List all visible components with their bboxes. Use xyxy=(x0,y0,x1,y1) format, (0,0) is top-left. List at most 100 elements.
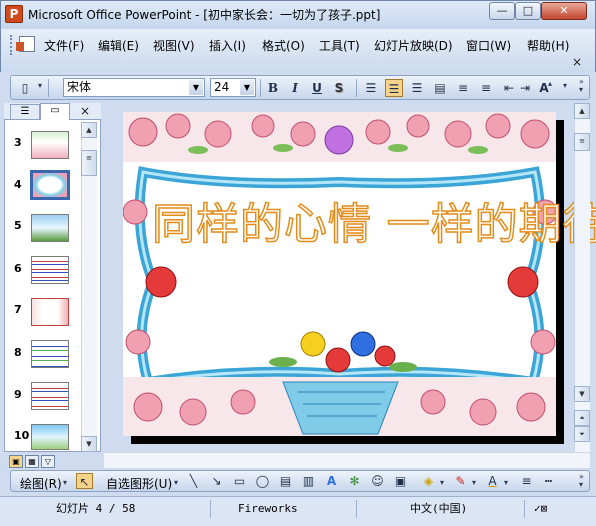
powerpoint-icon[interactable]: P xyxy=(5,5,23,23)
tab-outline[interactable]: ☰ xyxy=(10,104,40,119)
scroll-up-icon[interactable]: ▲ xyxy=(574,103,590,119)
floral-frame-illustration xyxy=(123,112,556,436)
align-left-icon[interactable]: ☰ xyxy=(362,79,380,97)
distribute-icon[interactable]: ▤ xyxy=(431,79,449,97)
autoshapes-button[interactable]: 自选图形(U) xyxy=(106,475,172,492)
chevron-down-icon[interactable]: ▼ xyxy=(189,80,203,95)
slide-position: 幻灯片 4 / 58 xyxy=(56,502,136,515)
picture-icon[interactable]: ▣ xyxy=(392,473,409,489)
menu-close-icon[interactable]: × xyxy=(572,55,582,69)
italic-button[interactable]: I xyxy=(286,79,304,97)
menu-window[interactable]: 窗口(W) xyxy=(466,37,511,54)
bullets-icon[interactable]: ≡ xyxy=(477,79,495,97)
oval-icon[interactable]: ◯ xyxy=(254,473,271,489)
current-slide[interactable] xyxy=(123,112,556,436)
menu-slideshow[interactable]: 幻灯片放映(D) xyxy=(374,37,453,54)
slide-number: 7 xyxy=(14,303,22,316)
tab-slides[interactable]: ▭ xyxy=(40,103,70,120)
line-icon[interactable]: ╲ xyxy=(185,473,202,489)
menu-insert[interactable]: 插入(I) xyxy=(209,37,246,54)
diagram-icon[interactable]: ✻ xyxy=(346,473,363,489)
menu-file[interactable]: 文件(F) xyxy=(44,37,84,54)
design-template-name: Fireworks xyxy=(238,502,298,515)
slide-thumbnail[interactable] xyxy=(31,424,69,450)
chevron-down-icon[interactable]: ▼ xyxy=(240,80,254,95)
slide-number: 5 xyxy=(14,219,22,232)
slide-sorter-view-icon[interactable]: ▦ xyxy=(25,455,39,468)
font-size-dropdown-icon[interactable]: ▾ xyxy=(563,82,567,90)
slide-number: 10 xyxy=(14,429,30,442)
fill-color-icon[interactable]: ◈ xyxy=(420,473,437,489)
slide-number: 6 xyxy=(14,262,22,275)
slide-thumbnail[interactable] xyxy=(31,131,69,159)
toolbar-chevron-icon[interactable]: » ▾ xyxy=(579,473,584,489)
textbox-icon[interactable]: ▤ xyxy=(277,473,294,489)
slide-number: 3 xyxy=(14,136,22,149)
scroll-thumb[interactable]: ≡ xyxy=(81,150,97,176)
select-objects-icon[interactable]: ↖ xyxy=(76,473,93,489)
next-slide-icon[interactable]: ⏷ xyxy=(574,426,590,442)
slide-thumbnail-selected[interactable] xyxy=(30,170,70,200)
shadow-button[interactable]: S xyxy=(330,79,348,97)
menu-grip[interactable] xyxy=(10,35,13,55)
slide-thumbnail[interactable] xyxy=(31,382,69,410)
font-size-value: 24 xyxy=(214,80,230,94)
underline-button[interactable]: U xyxy=(308,79,326,97)
font-name-select[interactable]: 宋体 ▼ xyxy=(63,78,205,97)
previous-slide-icon[interactable]: ⏶ xyxy=(574,410,590,426)
chevron-down-icon[interactable]: ▾ xyxy=(472,479,476,487)
window-title: Microsoft Office PowerPoint - [初中家长会：一切为… xyxy=(28,8,381,22)
bold-button[interactable]: B xyxy=(264,79,282,97)
scroll-up-icon[interactable]: ▲ xyxy=(81,122,97,138)
align-right-icon[interactable]: ☰ xyxy=(408,79,426,97)
numbering-icon[interactable]: ≡ xyxy=(454,79,472,97)
scroll-down-icon[interactable]: ▼ xyxy=(81,436,97,452)
maximize-button[interactable]: □ xyxy=(515,2,541,20)
toolbar-options-icon[interactable]: ▾ xyxy=(38,82,42,90)
chevron-down-icon[interactable]: ▾ xyxy=(440,479,444,487)
font-name-value: 宋体 xyxy=(67,80,92,94)
scroll-thumb[interactable]: ≡ xyxy=(574,133,590,151)
font-size-select[interactable]: 24 ▼ xyxy=(210,78,256,97)
chevron-down-icon[interactable]: ▾ xyxy=(504,479,508,487)
arrow-icon[interactable]: ↘ xyxy=(208,473,225,489)
rectangle-icon[interactable]: ▭ xyxy=(231,473,248,489)
toolbar-chevron-icon[interactable]: » ▾ xyxy=(579,78,584,94)
chevron-down-icon[interactable]: ▾ xyxy=(174,479,178,487)
menu-edit[interactable]: 编辑(E) xyxy=(98,37,139,54)
slide-title-text[interactable]: 同样的心情 一样的期待 xyxy=(151,190,596,260)
document-icon[interactable] xyxy=(16,36,35,52)
slide-thumbnail[interactable] xyxy=(31,298,69,326)
menu-tools[interactable]: 工具(T) xyxy=(319,37,360,54)
line-style-icon[interactable]: ≡ xyxy=(518,473,535,489)
grow-font-arrow-icon: ▴ xyxy=(548,79,553,88)
slide-number: 9 xyxy=(14,388,22,401)
slideshow-view-icon[interactable]: ▽ xyxy=(41,455,55,468)
draw-menu-button[interactable]: 绘图(R) xyxy=(20,475,62,492)
menu-help[interactable]: 帮助(H) xyxy=(527,37,569,54)
increase-indent-icon[interactable]: ⇥ xyxy=(516,79,534,97)
slide-number: 8 xyxy=(14,346,22,359)
slide-number: 4 xyxy=(14,178,22,191)
chevron-down-icon[interactable]: ▾ xyxy=(63,479,67,487)
vertical-textbox-icon[interactable]: ▥ xyxy=(300,473,317,489)
spelling-check-icon[interactable]: ✓⊠ xyxy=(534,500,547,518)
scroll-down-icon[interactable]: ▼ xyxy=(574,386,590,402)
minimize-button[interactable]: — xyxy=(489,2,515,20)
menu-format[interactable]: 格式(O) xyxy=(262,37,305,54)
font-color-icon[interactable]: A xyxy=(484,473,501,489)
close-button[interactable]: ✕ xyxy=(541,2,587,20)
line-color-icon[interactable]: ✎ xyxy=(452,473,469,489)
panel-close-icon[interactable]: × xyxy=(80,104,90,118)
slide-thumbnail[interactable] xyxy=(31,256,69,284)
normal-view-icon[interactable]: ▣ xyxy=(9,455,23,468)
wordart-icon[interactable]: A xyxy=(323,473,340,489)
align-center-icon[interactable]: ☰ xyxy=(385,79,403,97)
dash-style-icon[interactable]: ┅ xyxy=(540,473,557,489)
menu-view[interactable]: 视图(V) xyxy=(153,37,195,54)
new-slide-icon[interactable]: ▯ xyxy=(16,79,34,97)
clipart-icon[interactable]: ☺ xyxy=(369,473,386,489)
horizontal-scrollbar[interactable] xyxy=(104,452,590,468)
slide-thumbnail[interactable] xyxy=(31,340,69,368)
slide-thumbnail[interactable] xyxy=(31,214,69,242)
